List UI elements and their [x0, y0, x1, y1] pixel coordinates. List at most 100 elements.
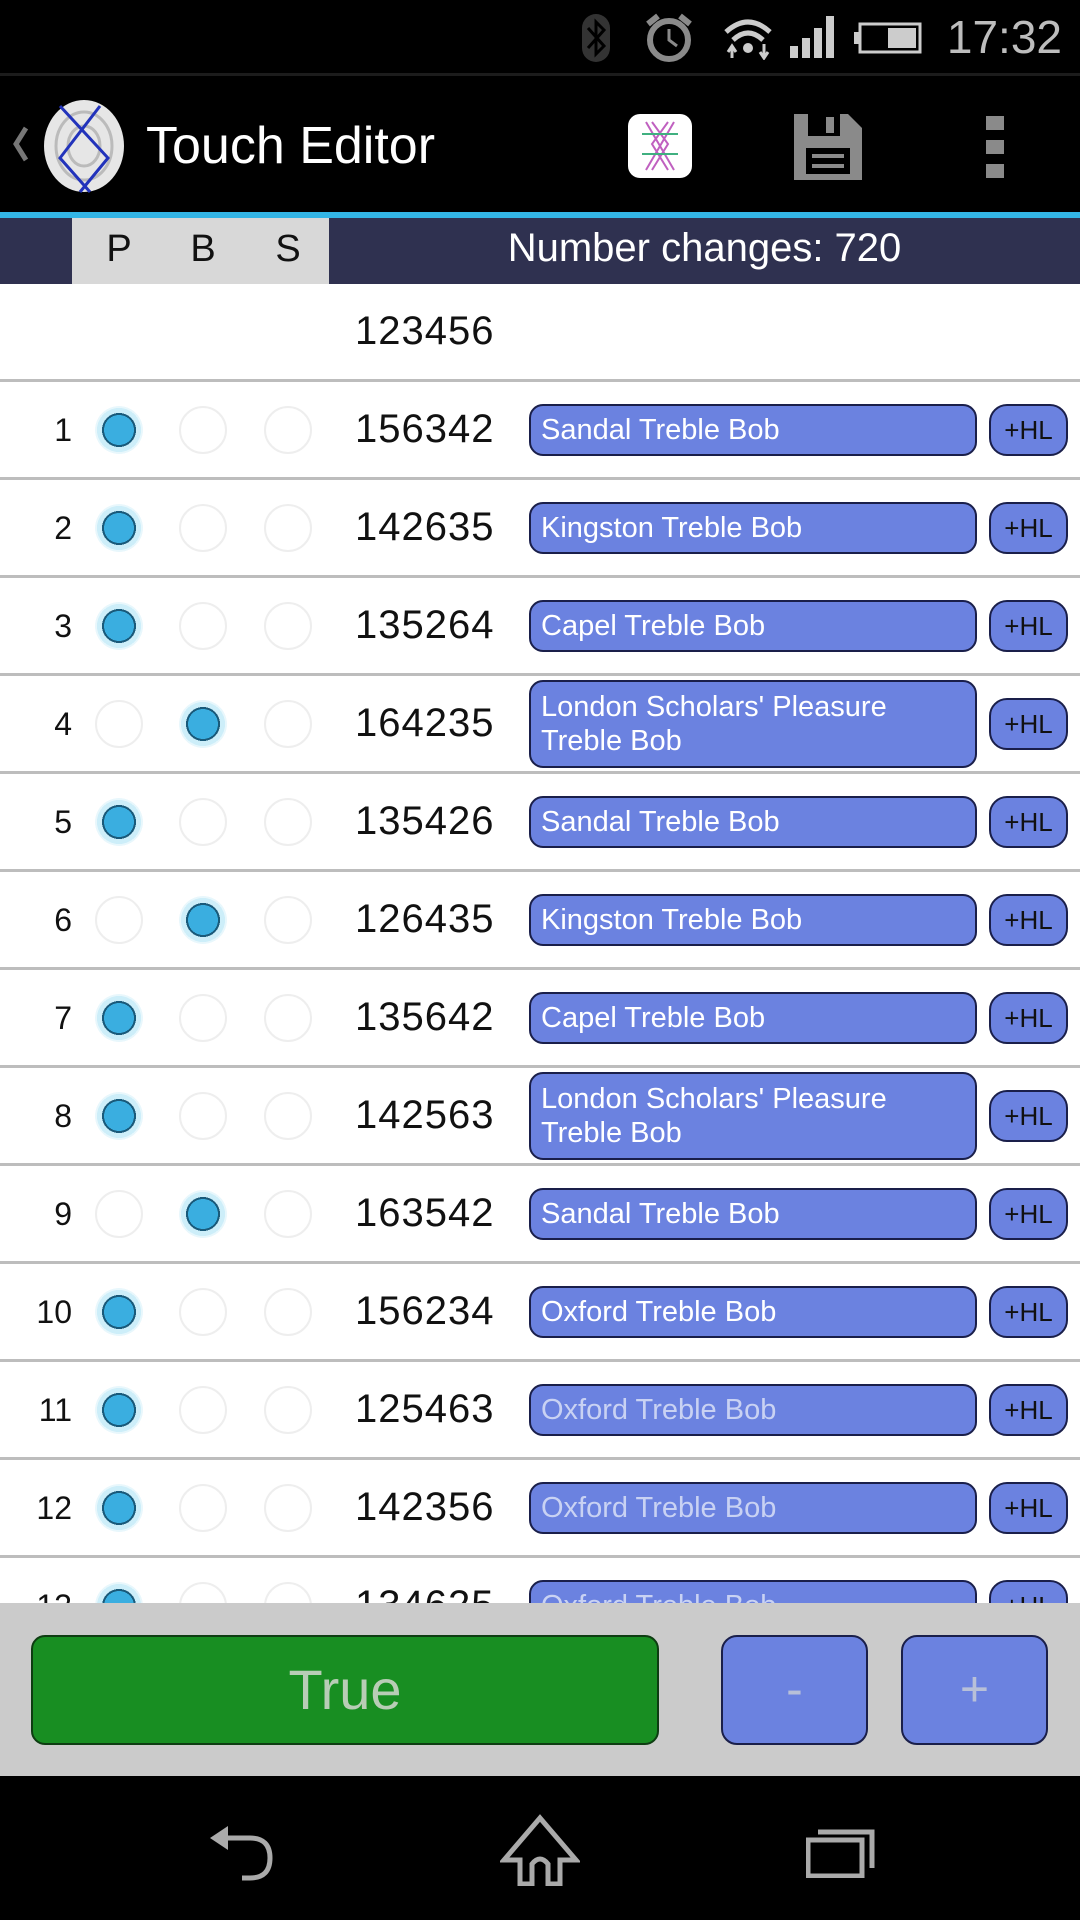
- method-button[interactable]: Oxford Treble Bob: [529, 1384, 977, 1436]
- table-row: 9 163542 Sandal Treble Bob +HL: [0, 1166, 1080, 1264]
- row-number: 5: [54, 804, 72, 840]
- radio-plain[interactable]: [95, 1386, 143, 1434]
- method-button[interactable]: Sandal Treble Bob: [529, 796, 977, 848]
- add-hl-button[interactable]: +HL: [989, 1090, 1068, 1142]
- radio-plain[interactable]: [95, 602, 143, 650]
- method-button[interactable]: Kingston Treble Bob: [529, 502, 977, 554]
- battery-icon: [854, 22, 922, 54]
- bluetooth-icon: [582, 14, 610, 62]
- app-title: Touch Editor: [146, 117, 436, 175]
- method-button[interactable]: London Scholars' Pleasure Treble Bob: [529, 1072, 977, 1160]
- method-button[interactable]: Sandal Treble Bob: [529, 404, 977, 456]
- method-button[interactable]: Capel Treble Bob: [529, 600, 977, 652]
- radio-bob[interactable]: [179, 406, 227, 454]
- pbs-header: P B S: [72, 218, 329, 284]
- row-change: 156234: [355, 1289, 495, 1333]
- recents-icon[interactable]: [806, 1828, 876, 1878]
- add-hl-button[interactable]: +HL: [989, 796, 1068, 848]
- method-button[interactable]: Oxford Treble Bob: [529, 1482, 977, 1534]
- radio-bob[interactable]: [179, 1288, 227, 1336]
- minus-button[interactable]: -: [721, 1635, 868, 1745]
- add-hl-button[interactable]: +HL: [989, 698, 1068, 750]
- radio-single[interactable]: [264, 1484, 312, 1532]
- radio-single[interactable]: [264, 1288, 312, 1336]
- radio-bob[interactable]: [179, 1190, 227, 1238]
- method-label: Oxford Treble Bob: [541, 1296, 777, 1328]
- add-hl-button[interactable]: +HL: [989, 894, 1068, 946]
- home-icon[interactable]: [500, 1814, 580, 1886]
- method-label: London Scholars' Pleasure Treble Bob: [541, 1083, 887, 1149]
- radio-bob[interactable]: [179, 1092, 227, 1140]
- method-button[interactable]: London Scholars' Pleasure Treble Bob: [529, 680, 977, 768]
- radio-bob[interactable]: [179, 504, 227, 552]
- save-icon[interactable]: [794, 114, 862, 180]
- method-button[interactable]: Capel Treble Bob: [529, 992, 977, 1044]
- radio-plain[interactable]: [95, 994, 143, 1042]
- method-label: Kingston Treble Bob: [541, 904, 803, 936]
- radio-plain[interactable]: [95, 798, 143, 846]
- overflow-menu-icon[interactable]: [986, 116, 1006, 178]
- table-header: P B S Number changes: 720: [0, 218, 1080, 284]
- add-hl-button[interactable]: +HL: [989, 600, 1068, 652]
- method-button[interactable]: Kingston Treble Bob: [529, 894, 977, 946]
- add-hl-button[interactable]: +HL: [989, 1384, 1068, 1436]
- radio-single[interactable]: [264, 994, 312, 1042]
- radio-bob[interactable]: [179, 700, 227, 748]
- blue-line-icon[interactable]: [628, 114, 692, 178]
- radio-plain[interactable]: [95, 896, 143, 944]
- radio-bob[interactable]: [179, 896, 227, 944]
- row-number: 1: [54, 412, 72, 448]
- table-row: 2 142635 Kingston Treble Bob +HL: [0, 480, 1080, 578]
- add-hl-button[interactable]: +HL: [989, 1482, 1068, 1534]
- radio-single[interactable]: [264, 896, 312, 944]
- action-bar: Touch Editor: [0, 76, 1080, 212]
- radio-single[interactable]: [264, 700, 312, 748]
- method-label: Kingston Treble Bob: [541, 512, 803, 544]
- row-number: 3: [54, 608, 72, 644]
- radio-plain[interactable]: [95, 1092, 143, 1140]
- table-row: 12 142356 Oxford Treble Bob +HL: [0, 1460, 1080, 1558]
- radio-plain[interactable]: [95, 1190, 143, 1238]
- add-hl-button[interactable]: +HL: [989, 1188, 1068, 1240]
- radio-bob[interactable]: [179, 1386, 227, 1434]
- add-hl-button[interactable]: +HL: [989, 404, 1068, 456]
- up-button[interactable]: [0, 76, 135, 212]
- radio-plain[interactable]: [95, 700, 143, 748]
- radio-plain[interactable]: [95, 504, 143, 552]
- alarm-icon: [646, 13, 692, 62]
- radio-plain[interactable]: [95, 1288, 143, 1336]
- radio-single[interactable]: [264, 1190, 312, 1238]
- radio-bob[interactable]: [179, 798, 227, 846]
- radio-single[interactable]: [264, 1092, 312, 1140]
- truth-status-button[interactable]: True: [31, 1635, 659, 1745]
- row-number: 4: [54, 706, 72, 742]
- row-number: 10: [36, 1294, 72, 1330]
- row-change: 135642: [355, 995, 495, 1039]
- radio-bob[interactable]: [179, 602, 227, 650]
- radio-bob[interactable]: [179, 994, 227, 1042]
- radio-single[interactable]: [264, 406, 312, 454]
- radio-single[interactable]: [264, 1386, 312, 1434]
- plus-button[interactable]: +: [901, 1635, 1048, 1745]
- add-hl-button[interactable]: +HL: [989, 502, 1068, 554]
- method-button[interactable]: Oxford Treble Bob: [529, 1286, 977, 1338]
- table-row: 1 156342 Sandal Treble Bob +HL: [0, 382, 1080, 480]
- add-hl-button[interactable]: +HL: [989, 1286, 1068, 1338]
- chevron-left-icon: [13, 126, 29, 162]
- table-row: 8 142563 London Scholars' Pleasure Trebl…: [0, 1068, 1080, 1166]
- col-header-plain: P: [106, 228, 132, 270]
- method-label: Sandal Treble Bob: [541, 414, 780, 446]
- add-hl-button[interactable]: +HL: [989, 992, 1068, 1044]
- back-icon[interactable]: [206, 1826, 276, 1882]
- radio-plain[interactable]: [95, 1484, 143, 1532]
- radio-single[interactable]: [264, 602, 312, 650]
- method-label: Oxford Treble Bob: [541, 1394, 777, 1426]
- radio-plain[interactable]: [95, 406, 143, 454]
- method-button[interactable]: Sandal Treble Bob: [529, 1188, 977, 1240]
- radio-single[interactable]: [264, 504, 312, 552]
- table-row: 3 135264 Capel Treble Bob +HL: [0, 578, 1080, 676]
- method-label: Sandal Treble Bob: [541, 1198, 780, 1230]
- radio-bob[interactable]: [179, 1484, 227, 1532]
- radio-single[interactable]: [264, 798, 312, 846]
- row-change: 135426: [355, 799, 495, 843]
